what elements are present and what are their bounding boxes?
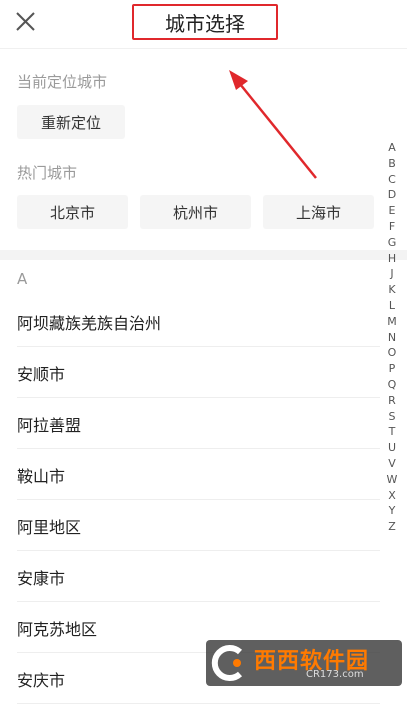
city-item[interactable]: 阿里地区 [0,500,380,551]
hot-city-hangzhou[interactable]: 杭州市 [140,195,251,229]
alphabet-letter-y[interactable]: Y [389,503,396,519]
watermark-logo: 西西软件园 CR173.com [206,640,402,686]
relocate-button[interactable]: 重新定位 [17,105,125,139]
alphabet-letter-f[interactable]: F [389,219,395,235]
hot-city-beijing[interactable]: 北京市 [17,195,128,229]
close-icon [16,12,35,31]
close-button[interactable] [10,6,40,36]
alphabet-letter-r[interactable]: R [388,393,396,409]
city-item[interactable]: 鞍山市 [0,449,380,500]
alphabet-letter-w[interactable]: W [387,472,398,488]
header-bar: 城市选择 [0,0,407,48]
alphabet-letter-c[interactable]: C [388,172,396,188]
page-title: 城市选择 [132,4,278,40]
alphabet-letter-d[interactable]: D [388,187,396,203]
current-location-label: 当前定位城市 [17,73,108,91]
alphabet-letter-h[interactable]: H [388,251,396,267]
header-divider [0,48,407,49]
alphabet-letter-z[interactable]: Z [388,519,396,535]
alphabet-letter-e[interactable]: E [389,203,396,219]
alphabet-letter-o[interactable]: O [388,345,397,361]
watermark-domain: CR173.com [306,669,364,680]
alphabet-letter-j[interactable]: J [390,266,393,282]
alphabet-letter-q[interactable]: Q [388,377,397,393]
section-separator [0,250,407,260]
letter-group-header: A [17,270,28,288]
alphabet-letter-p[interactable]: P [389,361,396,377]
city-item[interactable]: 安顺市 [0,347,380,398]
hot-cities-label: 热门城市 [17,164,78,182]
alphabet-letter-x[interactable]: X [388,488,396,504]
city-item[interactable]: 阿坝藏族羌族自治州 [0,296,380,347]
city-item[interactable]: 阿拉善盟 [0,398,380,449]
watermark-mark-icon [211,645,243,681]
alphabet-index[interactable]: ABCDEFGHJKLMNOPQRSTUVWXYZ [384,140,400,535]
alphabet-letter-s[interactable]: S [389,409,396,425]
alphabet-letter-b[interactable]: B [388,156,396,172]
alphabet-letter-m[interactable]: M [387,314,397,330]
alphabet-letter-k[interactable]: K [388,282,395,298]
city-item[interactable]: 安康市 [0,551,380,602]
alphabet-letter-l[interactable]: L [389,298,395,314]
alphabet-letter-t[interactable]: T [389,424,396,440]
alphabet-letter-v[interactable]: V [388,456,396,472]
alphabet-letter-a[interactable]: A [388,140,396,156]
hot-city-shanghai[interactable]: 上海市 [263,195,374,229]
alphabet-letter-g[interactable]: G [388,235,397,251]
alphabet-letter-n[interactable]: N [388,330,396,346]
alphabet-letter-u[interactable]: U [388,440,396,456]
